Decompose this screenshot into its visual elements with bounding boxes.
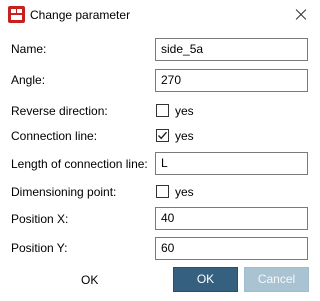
change-parameter-dialog: Change parameter Name: side_5a Angle: 27… [0, 0, 319, 301]
position-x-field[interactable]: 40 [155, 207, 308, 230]
dimensioning-point-checkbox[interactable] [156, 185, 169, 198]
reverse-direction-checkbox[interactable] [156, 104, 169, 117]
length-connection-line-label: Length of connection line: [11, 157, 148, 171]
connection-line-checkbox[interactable] [156, 129, 169, 142]
cancel-button[interactable]: Cancel [244, 267, 309, 292]
dimensioning-point-label: Dimensioning point: [11, 185, 117, 199]
status-text: OK [81, 273, 99, 287]
title-bar: Change parameter [0, 0, 319, 30]
close-icon[interactable] [292, 6, 310, 24]
length-connection-line-field[interactable]: L [155, 152, 308, 175]
position-y-label: Position Y: [11, 241, 68, 255]
connection-line-yes-label: yes [175, 129, 194, 143]
dimensioning-point-yes-label: yes [175, 185, 194, 199]
angle-label: Angle: [11, 73, 46, 87]
dialog-title: Change parameter [30, 8, 131, 22]
position-y-field[interactable]: 60 [155, 237, 308, 260]
angle-field[interactable]: 270 [155, 69, 308, 92]
position-x-label: Position X: [11, 212, 69, 226]
reverse-direction-label: Reverse direction: [11, 104, 108, 118]
connection-line-label: Connection line: [11, 129, 98, 143]
checkmark-icon [157, 131, 168, 140]
ok-button[interactable]: OK [173, 267, 238, 292]
reverse-direction-yes-label: yes [175, 104, 194, 118]
name-field[interactable]: side_5a [155, 38, 308, 61]
app-icon [8, 6, 25, 23]
name-label: Name: [11, 42, 47, 56]
